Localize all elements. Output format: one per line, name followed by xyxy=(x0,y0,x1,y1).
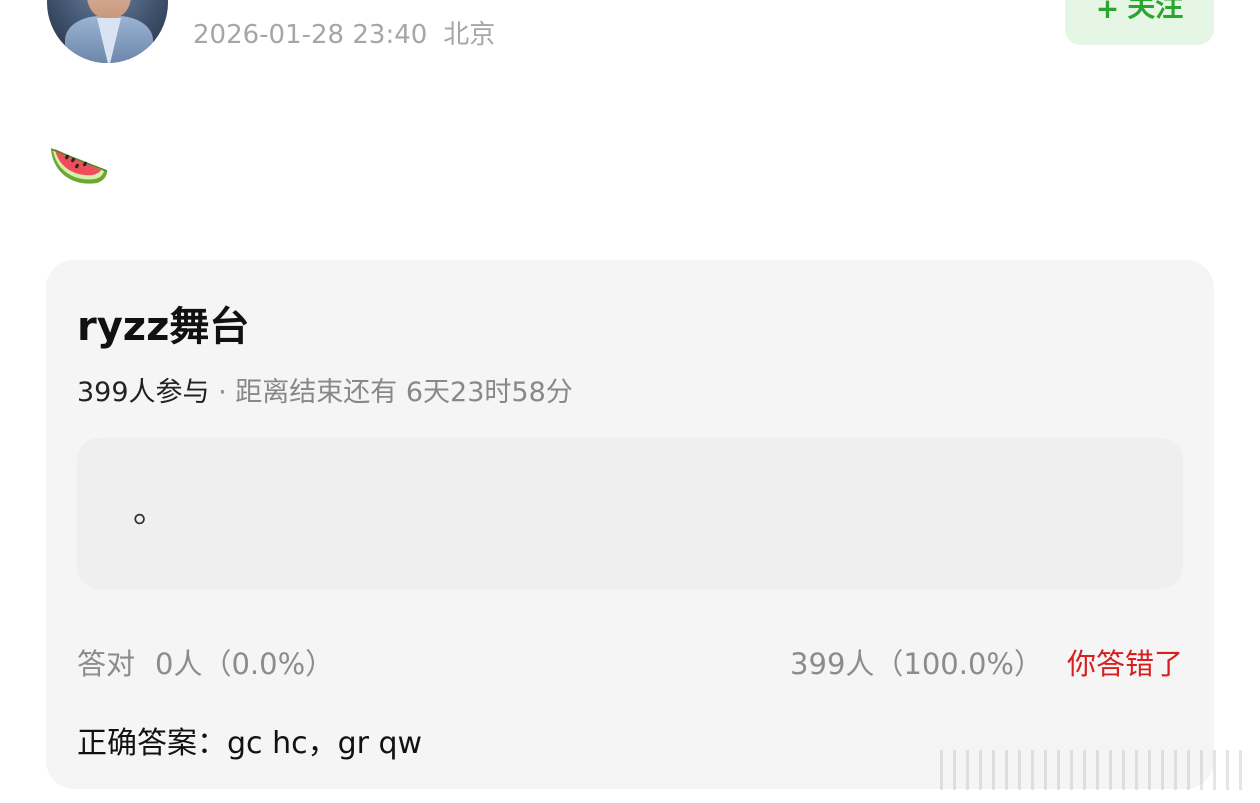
quiz-countdown: 距离结束还有 6天23时58分 xyxy=(235,377,573,408)
correct-answer: 正确答案：gc hc，gr qw xyxy=(77,726,423,761)
correct-count: 0人（0.0%） xyxy=(155,647,335,681)
wrong-status: 你答错了 xyxy=(1066,647,1183,681)
correct-stats: 答对 0人（0.0%） xyxy=(77,641,334,683)
watermelon-icon xyxy=(47,137,109,189)
answer-option[interactable]: 。 xyxy=(77,438,1183,589)
correct-label: 答对 xyxy=(77,647,136,681)
answer-option-text: 。 xyxy=(133,491,167,531)
post-timestamp: 2026-01-28 23:40 xyxy=(193,20,428,50)
plus-icon: + xyxy=(1095,0,1120,25)
post-meta: 2026-01-28 23:40 北京 xyxy=(193,14,495,51)
wrong-count: 399人（100.0%） xyxy=(790,647,1043,681)
avatar-face xyxy=(87,0,131,18)
follow-button[interactable]: + 关注 xyxy=(1065,0,1214,45)
scroll-indicator xyxy=(940,750,1250,790)
avatar[interactable] xyxy=(47,0,168,63)
quiz-title: ryzz舞台 xyxy=(77,304,250,350)
follow-label: 关注 xyxy=(1127,0,1184,23)
wrong-stats: 399人（100.0%） 你答错了 xyxy=(790,641,1183,683)
subtitle-separator: · xyxy=(209,377,236,408)
participant-count: 399人参与 xyxy=(77,377,210,408)
quiz-subtitle: 399人参与 · 距离结束还有 6天23时58分 xyxy=(77,370,573,409)
quiz-card: ryzz舞台 399人参与 · 距离结束还有 6天23时58分 。 答对 0人（0… xyxy=(46,260,1214,789)
post-location: 北京 xyxy=(443,20,496,50)
